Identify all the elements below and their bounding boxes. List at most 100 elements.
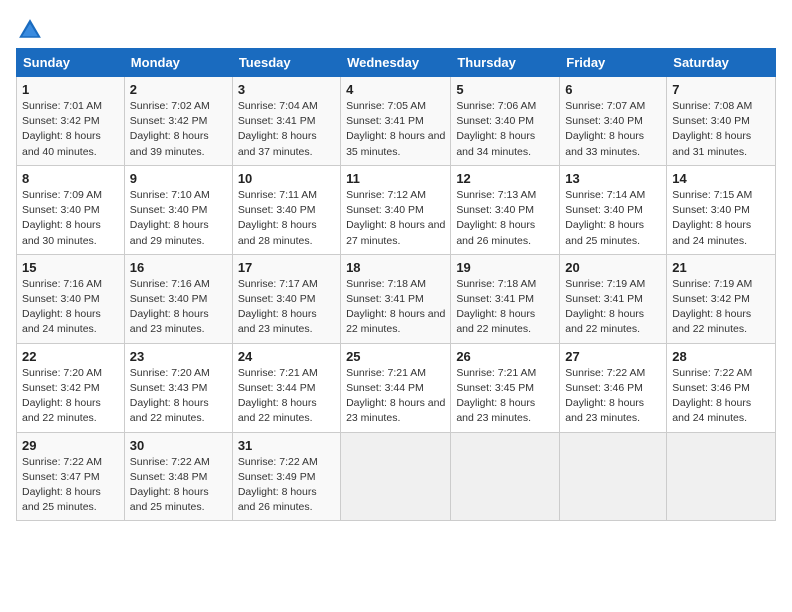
- day-number: 21: [672, 260, 770, 275]
- day-number: 1: [22, 82, 119, 97]
- calendar-cell: 4 Sunrise: 7:05 AMSunset: 3:41 PMDayligh…: [341, 77, 451, 166]
- day-info: Sunrise: 7:02 AMSunset: 3:42 PMDaylight:…: [130, 100, 210, 158]
- day-number: 25: [346, 349, 445, 364]
- calendar-cell: 27 Sunrise: 7:22 AMSunset: 3:46 PMDaylig…: [560, 343, 667, 432]
- calendar-cell: 5 Sunrise: 7:06 AMSunset: 3:40 PMDayligh…: [451, 77, 560, 166]
- day-info: Sunrise: 7:04 AMSunset: 3:41 PMDaylight:…: [238, 100, 318, 158]
- calendar-cell: 10 Sunrise: 7:11 AMSunset: 3:40 PMDaylig…: [232, 165, 340, 254]
- day-info: Sunrise: 7:22 AMSunset: 3:48 PMDaylight:…: [130, 456, 210, 514]
- calendar-cell: 28 Sunrise: 7:22 AMSunset: 3:46 PMDaylig…: [667, 343, 776, 432]
- calendar-cell: 1 Sunrise: 7:01 AMSunset: 3:42 PMDayligh…: [17, 77, 125, 166]
- day-number: 4: [346, 82, 445, 97]
- day-number: 31: [238, 438, 335, 453]
- day-info: Sunrise: 7:20 AMSunset: 3:43 PMDaylight:…: [130, 367, 210, 425]
- calendar-cell: 8 Sunrise: 7:09 AMSunset: 3:40 PMDayligh…: [17, 165, 125, 254]
- week-row-5: 29 Sunrise: 7:22 AMSunset: 3:47 PMDaylig…: [17, 432, 776, 521]
- day-info: Sunrise: 7:12 AMSunset: 3:40 PMDaylight:…: [346, 189, 445, 247]
- weekday-header-monday: Monday: [124, 49, 232, 77]
- calendar-cell: 3 Sunrise: 7:04 AMSunset: 3:41 PMDayligh…: [232, 77, 340, 166]
- weekday-header-tuesday: Tuesday: [232, 49, 340, 77]
- day-number: 26: [456, 349, 554, 364]
- weekday-header-friday: Friday: [560, 49, 667, 77]
- calendar-cell: 16 Sunrise: 7:16 AMSunset: 3:40 PMDaylig…: [124, 254, 232, 343]
- day-number: 23: [130, 349, 227, 364]
- calendar-cell: 12 Sunrise: 7:13 AMSunset: 3:40 PMDaylig…: [451, 165, 560, 254]
- calendar-cell: 22 Sunrise: 7:20 AMSunset: 3:42 PMDaylig…: [17, 343, 125, 432]
- calendar-cell: 21 Sunrise: 7:19 AMSunset: 3:42 PMDaylig…: [667, 254, 776, 343]
- calendar-cell: [560, 432, 667, 521]
- day-info: Sunrise: 7:21 AMSunset: 3:44 PMDaylight:…: [346, 367, 445, 425]
- day-info: Sunrise: 7:22 AMSunset: 3:47 PMDaylight:…: [22, 456, 102, 514]
- day-number: 8: [22, 171, 119, 186]
- day-number: 24: [238, 349, 335, 364]
- calendar-cell: [341, 432, 451, 521]
- logo: [16, 16, 48, 44]
- day-info: Sunrise: 7:18 AMSunset: 3:41 PMDaylight:…: [346, 278, 445, 336]
- day-info: Sunrise: 7:17 AMSunset: 3:40 PMDaylight:…: [238, 278, 318, 336]
- calendar-cell: 9 Sunrise: 7:10 AMSunset: 3:40 PMDayligh…: [124, 165, 232, 254]
- calendar-cell: 13 Sunrise: 7:14 AMSunset: 3:40 PMDaylig…: [560, 165, 667, 254]
- calendar-cell: 23 Sunrise: 7:20 AMSunset: 3:43 PMDaylig…: [124, 343, 232, 432]
- day-info: Sunrise: 7:09 AMSunset: 3:40 PMDaylight:…: [22, 189, 102, 247]
- calendar-cell: 6 Sunrise: 7:07 AMSunset: 3:40 PMDayligh…: [560, 77, 667, 166]
- day-info: Sunrise: 7:10 AMSunset: 3:40 PMDaylight:…: [130, 189, 210, 247]
- day-number: 30: [130, 438, 227, 453]
- day-info: Sunrise: 7:15 AMSunset: 3:40 PMDaylight:…: [672, 189, 752, 247]
- calendar-cell: 14 Sunrise: 7:15 AMSunset: 3:40 PMDaylig…: [667, 165, 776, 254]
- day-number: 20: [565, 260, 661, 275]
- day-info: Sunrise: 7:08 AMSunset: 3:40 PMDaylight:…: [672, 100, 752, 158]
- day-number: 28: [672, 349, 770, 364]
- weekday-header-saturday: Saturday: [667, 49, 776, 77]
- day-info: Sunrise: 7:21 AMSunset: 3:44 PMDaylight:…: [238, 367, 318, 425]
- day-number: 15: [22, 260, 119, 275]
- day-number: 11: [346, 171, 445, 186]
- weekday-header-sunday: Sunday: [17, 49, 125, 77]
- day-number: 5: [456, 82, 554, 97]
- weekday-header-wednesday: Wednesday: [341, 49, 451, 77]
- day-info: Sunrise: 7:11 AMSunset: 3:40 PMDaylight:…: [238, 189, 317, 247]
- day-number: 14: [672, 171, 770, 186]
- calendar-cell: 15 Sunrise: 7:16 AMSunset: 3:40 PMDaylig…: [17, 254, 125, 343]
- calendar-cell: 24 Sunrise: 7:21 AMSunset: 3:44 PMDaylig…: [232, 343, 340, 432]
- day-info: Sunrise: 7:13 AMSunset: 3:40 PMDaylight:…: [456, 189, 536, 247]
- day-info: Sunrise: 7:16 AMSunset: 3:40 PMDaylight:…: [130, 278, 210, 336]
- calendar-cell: 30 Sunrise: 7:22 AMSunset: 3:48 PMDaylig…: [124, 432, 232, 521]
- day-number: 10: [238, 171, 335, 186]
- day-number: 2: [130, 82, 227, 97]
- day-info: Sunrise: 7:01 AMSunset: 3:42 PMDaylight:…: [22, 100, 102, 158]
- day-info: Sunrise: 7:22 AMSunset: 3:46 PMDaylight:…: [672, 367, 752, 425]
- day-info: Sunrise: 7:07 AMSunset: 3:40 PMDaylight:…: [565, 100, 645, 158]
- day-number: 12: [456, 171, 554, 186]
- day-info: Sunrise: 7:19 AMSunset: 3:41 PMDaylight:…: [565, 278, 645, 336]
- day-number: 18: [346, 260, 445, 275]
- calendar-cell: 26 Sunrise: 7:21 AMSunset: 3:45 PMDaylig…: [451, 343, 560, 432]
- day-number: 6: [565, 82, 661, 97]
- day-number: 27: [565, 349, 661, 364]
- day-info: Sunrise: 7:22 AMSunset: 3:49 PMDaylight:…: [238, 456, 318, 514]
- calendar-cell: 2 Sunrise: 7:02 AMSunset: 3:42 PMDayligh…: [124, 77, 232, 166]
- day-info: Sunrise: 7:19 AMSunset: 3:42 PMDaylight:…: [672, 278, 752, 336]
- calendar-cell: 31 Sunrise: 7:22 AMSunset: 3:49 PMDaylig…: [232, 432, 340, 521]
- day-number: 7: [672, 82, 770, 97]
- day-info: Sunrise: 7:16 AMSunset: 3:40 PMDaylight:…: [22, 278, 102, 336]
- week-row-3: 15 Sunrise: 7:16 AMSunset: 3:40 PMDaylig…: [17, 254, 776, 343]
- calendar-cell: 17 Sunrise: 7:17 AMSunset: 3:40 PMDaylig…: [232, 254, 340, 343]
- day-info: Sunrise: 7:20 AMSunset: 3:42 PMDaylight:…: [22, 367, 102, 425]
- page-header: [16, 16, 776, 44]
- day-number: 29: [22, 438, 119, 453]
- day-number: 16: [130, 260, 227, 275]
- calendar-cell: 7 Sunrise: 7:08 AMSunset: 3:40 PMDayligh…: [667, 77, 776, 166]
- day-number: 9: [130, 171, 227, 186]
- day-info: Sunrise: 7:18 AMSunset: 3:41 PMDaylight:…: [456, 278, 536, 336]
- day-info: Sunrise: 7:05 AMSunset: 3:41 PMDaylight:…: [346, 100, 445, 158]
- week-row-2: 8 Sunrise: 7:09 AMSunset: 3:40 PMDayligh…: [17, 165, 776, 254]
- calendar-cell: 18 Sunrise: 7:18 AMSunset: 3:41 PMDaylig…: [341, 254, 451, 343]
- day-number: 17: [238, 260, 335, 275]
- logo-icon: [16, 16, 44, 44]
- calendar-cell: 25 Sunrise: 7:21 AMSunset: 3:44 PMDaylig…: [341, 343, 451, 432]
- calendar-table: SundayMondayTuesdayWednesdayThursdayFrid…: [16, 48, 776, 521]
- weekday-header-row: SundayMondayTuesdayWednesdayThursdayFrid…: [17, 49, 776, 77]
- day-number: 22: [22, 349, 119, 364]
- day-number: 19: [456, 260, 554, 275]
- calendar-cell: 11 Sunrise: 7:12 AMSunset: 3:40 PMDaylig…: [341, 165, 451, 254]
